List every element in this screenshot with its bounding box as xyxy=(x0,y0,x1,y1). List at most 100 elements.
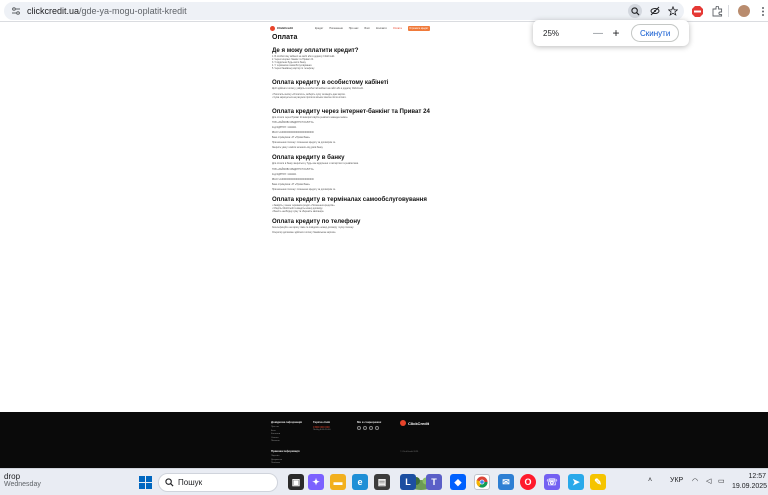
zoom-in-button[interactable]: + xyxy=(609,26,623,40)
site-nav: Кредит Погашення Про нас Блог Контакти О… xyxy=(315,27,408,30)
telegram-icon[interactable] xyxy=(363,426,367,430)
paragraph: Щоб здійснити оплату, увійдіть в особист… xyxy=(272,88,364,91)
section-internet-banking: Оплата кредиту через інтернет-банкінг та… xyxy=(272,108,444,151)
keyboard-language[interactable]: УКР xyxy=(670,477,683,484)
paragraph: Банк отримувача: АТ «Приватбанк» xyxy=(272,137,310,140)
paragraph: Зверніть увагу: комісія залежить від умо… xyxy=(272,147,324,150)
volume-icon[interactable]: ◁ xyxy=(706,477,711,485)
url-domain: clickcredit.ua xyxy=(27,6,80,16)
app-l-icon[interactable]: L xyxy=(400,474,416,490)
paragraph: Призначення платежу: погашення кредиту з… xyxy=(272,142,336,145)
footer-logo-text: ClickCredit xyxy=(408,420,430,426)
footer-col-hotline: Гаряча лінія 0 800 000 000 Пн-Нд 8:00-20… xyxy=(313,420,330,433)
store-icon[interactable]: ▤ xyxy=(374,474,390,490)
site-logo-text[interactable]: ClickCredit xyxy=(277,26,293,30)
section-terminals: Оплата кредиту в терміналах самообслугов… xyxy=(272,196,444,214)
site-footer: Довідкова інформація Про нас Блог Контак… xyxy=(0,412,768,468)
footer-col-info: Довідкова інформація Про нас Блог Контак… xyxy=(271,420,302,444)
weather-widget[interactable]: drop Wednesday xyxy=(4,472,41,488)
zoom-reset-button[interactable]: Скинути xyxy=(631,24,680,42)
search-icon xyxy=(165,478,174,487)
paragraph: Банк отримувача: АТ «Приватбанк» xyxy=(272,183,310,186)
teams-icon[interactable]: T xyxy=(426,474,442,490)
paragraph: ТОВ «ЗАЙМОВІ КРЕДИТНІ ПОСЛУГИ» xyxy=(272,121,314,124)
footer-heading: Ми в соцмережах xyxy=(357,420,382,424)
weather-subtitle: Wednesday xyxy=(4,481,41,488)
section-phone: Оплата кредиту по телефону Зателефонуйте… xyxy=(272,218,444,235)
section-bank: Оплата кредиту в банку Для оплати в банк… xyxy=(272,154,444,192)
extensions-puzzle-icon[interactable] xyxy=(710,4,724,18)
web-page: ClickCredit Кредит Погашення Про нас Бло… xyxy=(0,22,768,412)
dropbox-icon[interactable]: ◆ xyxy=(450,474,466,490)
tray-chevron-icon[interactable]: ˄ xyxy=(648,477,652,484)
footer-col-legal: Правова інформація Ліцензія Документи По… xyxy=(271,449,300,466)
youtube-icon[interactable] xyxy=(375,426,379,430)
section-heading: Де я можу оплатити кредит? xyxy=(272,47,359,54)
viber-icon[interactable]: ☏ xyxy=(544,474,560,490)
url-path: /gde-ya-mogu-oplatit-kredit xyxy=(79,6,187,16)
nav-item-repayment[interactable]: Погашення xyxy=(329,27,342,30)
notes-icon[interactable]: ✎ xyxy=(590,474,606,490)
profile-avatar[interactable] xyxy=(738,5,750,17)
facebook-icon[interactable] xyxy=(357,426,361,430)
get-credit-button[interactable]: Отримати кредит xyxy=(407,25,430,31)
eye-off-icon[interactable] xyxy=(648,4,662,18)
file-explorer-icon[interactable]: ▬ xyxy=(330,474,346,490)
paragraph: ТОВ «ЗАЙМОВІ КРЕДИТНІ ПОСЛУГИ» xyxy=(272,168,314,171)
taskbar-search[interactable]: Пошук xyxy=(158,473,433,492)
browser-menu-icon[interactable] xyxy=(756,4,768,18)
site-header: ClickCredit Кредит Погашення Про нас Бло… xyxy=(270,24,442,32)
telegram-app-icon[interactable]: ➤ xyxy=(568,474,584,490)
instagram-icon[interactable] xyxy=(369,426,373,430)
paragraph: Для оплати в банку зверніться у будь-яке… xyxy=(272,163,359,166)
copilot-icon[interactable]: ✦ xyxy=(308,474,324,490)
messenger-icon[interactable]: ✉ xyxy=(498,474,514,490)
browser-toolbar: clickcredit.ua/gde-ya-mogu-oplatit-kredi… xyxy=(0,0,768,22)
edge-icon[interactable]: e xyxy=(352,474,368,490)
section-heading: Оплата кредиту в банку xyxy=(272,154,345,162)
paragraph: Код ЄДРПОУ: 11111111 xyxy=(272,173,297,176)
task-view-icon[interactable]: ▣ xyxy=(288,474,304,490)
zoom-level: 25% xyxy=(543,28,560,38)
footer-link[interactable]: Питання xyxy=(271,440,302,444)
screen: clickcredit.ua/gde-ya-mogu-oplatit-kredi… xyxy=(0,0,768,495)
section-heading: Оплата кредиту в терміналах самообслугов… xyxy=(272,195,427,203)
zoom-icon[interactable] xyxy=(628,4,642,18)
nav-item-payment[interactable]: Оплата xyxy=(393,27,402,30)
windows-taskbar: drop Wednesday Пошук ▣ ✦ ▬ e ▤ L T ◆ ✉ O… xyxy=(0,468,768,495)
social-links xyxy=(357,426,381,430)
footer-heading: Довідкова інформація xyxy=(271,420,303,424)
nav-item-blog[interactable]: Блог xyxy=(364,27,370,30)
zoom-out-button[interactable]: — xyxy=(591,28,605,39)
clock-date: 19.09.2025 xyxy=(732,483,768,490)
system-clock[interactable]: 12:57 19.09.2025 xyxy=(732,472,768,492)
adblock-extension-icon[interactable] xyxy=(690,4,704,18)
wifi-icon[interactable]: ◠ xyxy=(692,477,698,485)
clock-time: 12:57 xyxy=(748,473,766,480)
section-where-to-pay: Де я можу оплатити кредит? 1. В особисто… xyxy=(272,47,444,71)
windows-start-icon[interactable] xyxy=(137,474,153,490)
nav-item-about[interactable]: Про нас xyxy=(349,27,359,30)
footer-copyright: © ClickCredit 2025 xyxy=(400,451,419,453)
footer-logo[interactable]: ClickCredit xyxy=(400,420,429,426)
article: Оплата Де я можу оплатити кредит? 1. В о… xyxy=(272,34,444,237)
paragraph: IBAN: UA0000000000000000000000000 xyxy=(272,132,314,135)
list-item: Внесіть необхідну суму та збережіть квит… xyxy=(272,211,444,214)
nav-item-contacts[interactable]: Контакти xyxy=(376,27,387,30)
nav-item-credit[interactable]: Кредит xyxy=(315,27,324,30)
chrome-icon[interactable] xyxy=(474,474,490,490)
address-bar[interactable]: clickcredit.ua/gde-ya-mogu-oplatit-kredi… xyxy=(4,2,684,20)
section-heading: Оплата кредиту в особистому кабінеті xyxy=(272,79,389,87)
footer-logo-icon xyxy=(400,420,406,426)
footer-link[interactable]: Політика xyxy=(271,462,300,466)
site-info-icon[interactable] xyxy=(7,2,25,20)
url-text: clickcredit.ua/gde-ya-mogu-oplatit-kredi… xyxy=(27,6,187,16)
bookmark-star-icon[interactable] xyxy=(666,4,680,18)
zoom-popup: 25% — + Скинути xyxy=(533,20,689,46)
footer-heading: Правова інформація xyxy=(271,449,300,453)
opera-icon[interactable]: O xyxy=(520,474,536,490)
site-logo-icon[interactable] xyxy=(270,25,275,31)
battery-icon[interactable]: ▭ xyxy=(718,477,725,485)
paragraph: Зателефонуйте на гарячу лінію та повідом… xyxy=(272,227,354,230)
toolbar-separator xyxy=(728,5,729,17)
